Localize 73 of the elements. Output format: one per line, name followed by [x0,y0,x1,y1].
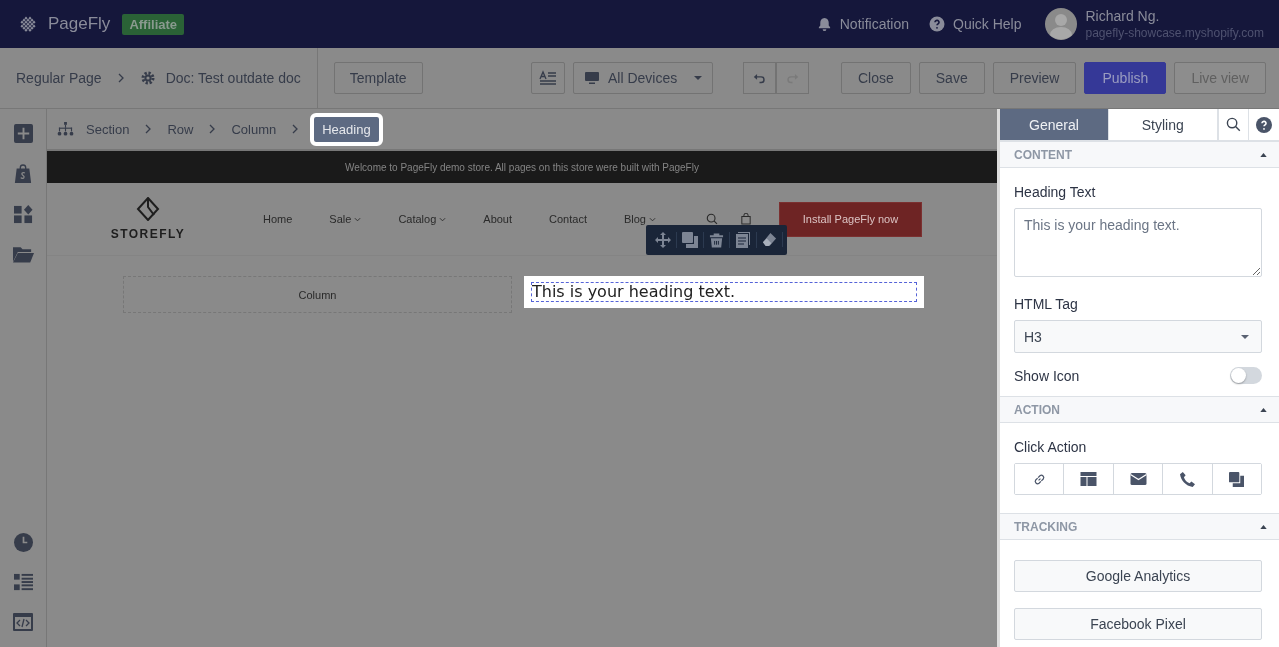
install-button[interactable]: Install PageFly now [779,201,922,237]
section-header[interactable]: CONTENT [1000,141,1279,168]
heading-text-field[interactable]: This is your heading text. [1014,208,1262,277]
shopping-bag-icon[interactable] [14,164,32,184]
panel-tab[interactable]: General [1000,109,1109,140]
toggle-switch[interactable] [1230,367,1262,384]
monitor-icon [583,70,600,86]
section-title: ACTION [1014,402,1060,417]
breadcrumb-item[interactable]: Row [167,121,194,137]
sitemap-icon [57,121,74,137]
nav-link[interactable]: Home [263,213,293,225]
publish-button[interactable]: Publish [1084,62,1167,94]
notification-link[interactable]: Notification [816,16,909,32]
nav-link[interactable]: Sale [329,213,352,225]
chevron-icon [145,124,152,134]
help-icon [929,16,945,32]
envelope-icon [1129,473,1147,485]
tracking-button[interactable]: Google Analytics [1014,560,1262,592]
user-name: Richard Ng. [1085,8,1161,24]
field-label: Heading Text [1014,184,1097,200]
section-title: TRACKING [1014,519,1078,534]
chevron-icon [117,73,124,83]
list-icon[interactable] [13,573,33,592]
cart-icon[interactable] [741,213,751,225]
close-button[interactable]: Close [840,62,911,94]
clock-icon[interactable] [13,533,33,552]
text-format-button[interactable] [530,62,565,94]
column-placeholder[interactable]: Column [123,276,512,313]
field-label: Click Action [1014,439,1088,455]
store-url: pagefly-showcase.myshopify.com [1085,26,1264,40]
template-button[interactable]: Template [333,62,423,94]
section-header[interactable]: ACTION [1000,396,1279,423]
layout-icon [1080,472,1098,486]
brand-name: PageFly [48,14,111,34]
phone-icon [1179,471,1195,487]
chevron-icon [292,124,299,134]
device-dropdown[interactable]: All Devices [572,62,713,94]
search-icon [1226,117,1242,132]
code-icon[interactable] [13,613,33,631]
nav-link[interactable]: About [483,213,513,225]
doc-title: Doc: Test outdate doc [165,70,301,86]
store-logo: STOREFLY [110,227,186,241]
avatar-icon [1045,8,1078,40]
text-format-icon [537,70,558,86]
nav-link[interactable]: Catalog [398,213,437,225]
tracking-button[interactable]: Facebook Pixel [1014,608,1262,640]
chevron-icon [209,124,216,134]
save-button[interactable]: Save [918,62,985,94]
breadcrumb-item[interactable]: Section [86,121,130,137]
search-icon[interactable] [706,213,718,225]
section-header[interactable]: TRACKING [1000,513,1279,540]
affiliate-badge: Affiliate [122,13,185,35]
field-label: HTML Tag [1014,296,1079,312]
heading-text[interactable]: This is your heading text. [531,282,917,302]
nav-link[interactable]: Contact [549,213,587,225]
bell-icon [816,16,832,32]
storefly-logo-icon [136,197,160,221]
preview-button[interactable]: Preview [992,62,1077,94]
duplicate-icon [1229,471,1245,487]
undo-button[interactable] [742,62,776,94]
field-label: Show Icon [1014,367,1080,384]
quick-help-link[interactable]: Quick Help [929,16,1022,32]
section-title: CONTENT [1014,147,1072,162]
folder-icon[interactable] [12,245,34,263]
html-tag-select[interactable]: H3 [1014,320,1262,353]
page-type: Regular Page [16,70,102,86]
breadcrumb-item[interactable]: Column [231,121,277,137]
add-icon[interactable] [13,124,33,143]
announcement-bar: Welcome to PageFly demo store. All pages on this store were built with PageFly [47,151,997,183]
help-icon [1256,116,1273,133]
grid-icon[interactable] [13,205,33,224]
nav-link[interactable]: Blog [623,213,646,225]
settings-icon[interactable] [139,70,156,86]
